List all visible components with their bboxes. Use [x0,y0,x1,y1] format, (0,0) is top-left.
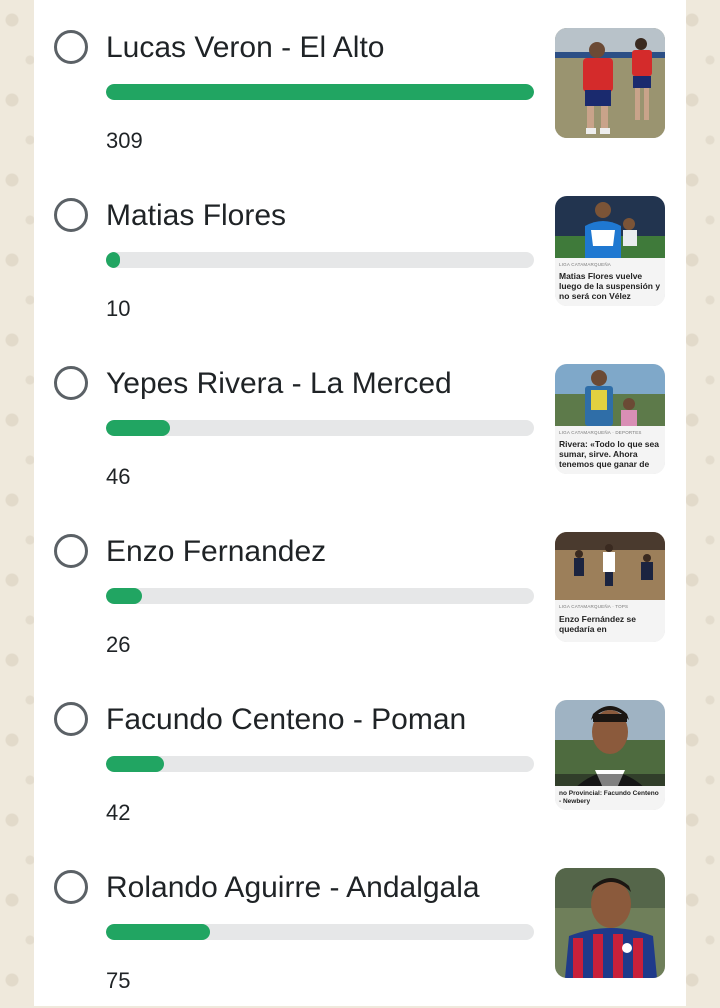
vote-count: 26 [106,632,131,657]
vote-count: 42 [106,800,131,825]
option-label: Facundo Centeno - Poman [106,703,467,736]
option-label: Rolando Aguirre - Andalgala [106,871,480,904]
vote-bar-fill [106,252,120,268]
radio-button[interactable] [54,534,88,568]
poll-option-enzo-fernandez[interactable]: Enzo Fernandez 26 LIGA CATAMARQUEÑA · TO… [34,504,686,672]
radio-button[interactable] [54,870,88,904]
option-label: Lucas Veron - El Alto [106,31,385,64]
player-photo [555,28,665,138]
poll-option-matias-flores[interactable]: Matias Flores 10 LIGA CATAMARQUEÑA Matia… [34,168,686,336]
news-caption: no Provincial: Facundo Centeno - Newbery [559,790,659,805]
news-tag: LIGA CATAMARQUEÑA [559,262,611,267]
option-thumbnail[interactable] [555,868,665,978]
poll-option-rolando-aguirre[interactable]: Rolando Aguirre - Andalgala 75 [34,840,686,1008]
radio-button[interactable] [54,702,88,736]
poll-card: Lucas Veron - El Alto 309 Matias Flores … [34,0,686,1006]
option-label: Enzo Fernandez [106,535,327,568]
news-tag: LIGA CATAMARQUEÑA · TOPS [559,604,629,609]
news-thumbnail[interactable]: no Provincial: Facundo Centeno - Newbery [555,700,665,810]
option-label: Matias Flores [106,199,287,232]
vote-bar-track [106,420,534,436]
player-photo [555,196,665,258]
vote-bar-track [106,252,534,268]
option-thumbnail[interactable] [555,28,665,138]
vote-count: 75 [106,968,131,993]
poll-option-yepes-rivera[interactable]: Yepes Rivera - La Merced 46 LIGA CATAMAR… [34,336,686,504]
vote-bar-track [106,84,534,100]
player-photo [555,868,665,978]
vote-bar-fill [106,84,534,100]
vote-bar-track [106,756,534,772]
news-thumbnail[interactable]: LIGA CATAMARQUEÑA Matias Flores vuelve l… [555,196,665,306]
news-caption: Rivera: «Todo lo que sea sumar, sirve. A… [559,439,659,469]
vote-bar-fill [106,420,170,436]
news-caption: Enzo Fernández se quedaría en [559,614,636,634]
vote-bar-fill [106,924,210,940]
news-thumbnail[interactable]: LIGA CATAMARQUEÑA · TOPS Enzo Fernández … [555,532,665,642]
vote-bar-track [106,924,534,940]
player-photo [555,364,665,426]
vote-count: 46 [106,464,131,489]
news-caption: Matias Flores vuelve luego de la suspens… [559,271,661,301]
vote-count: 10 [106,296,131,321]
news-tag: LIGA CATAMARQUEÑA · DEPORTES [559,430,642,435]
option-label: Yepes Rivera - La Merced [106,367,452,400]
vote-bar-fill [106,756,165,772]
poll-option-facundo-centeno[interactable]: Facundo Centeno - Poman 42 no Provincial… [34,672,686,840]
poll-option-lucas-veron[interactable]: Lucas Veron - El Alto 309 [34,0,686,168]
radio-button[interactable] [54,30,88,64]
news-thumbnail[interactable]: LIGA CATAMARQUEÑA · DEPORTES Rivera: «To… [555,364,665,474]
radio-button[interactable] [54,366,88,400]
vote-count: 309 [106,128,143,153]
vote-bar-fill [106,588,142,604]
player-photo [555,700,665,788]
vote-bar-track [106,588,534,604]
radio-button[interactable] [54,198,88,232]
match-photo [555,532,665,600]
